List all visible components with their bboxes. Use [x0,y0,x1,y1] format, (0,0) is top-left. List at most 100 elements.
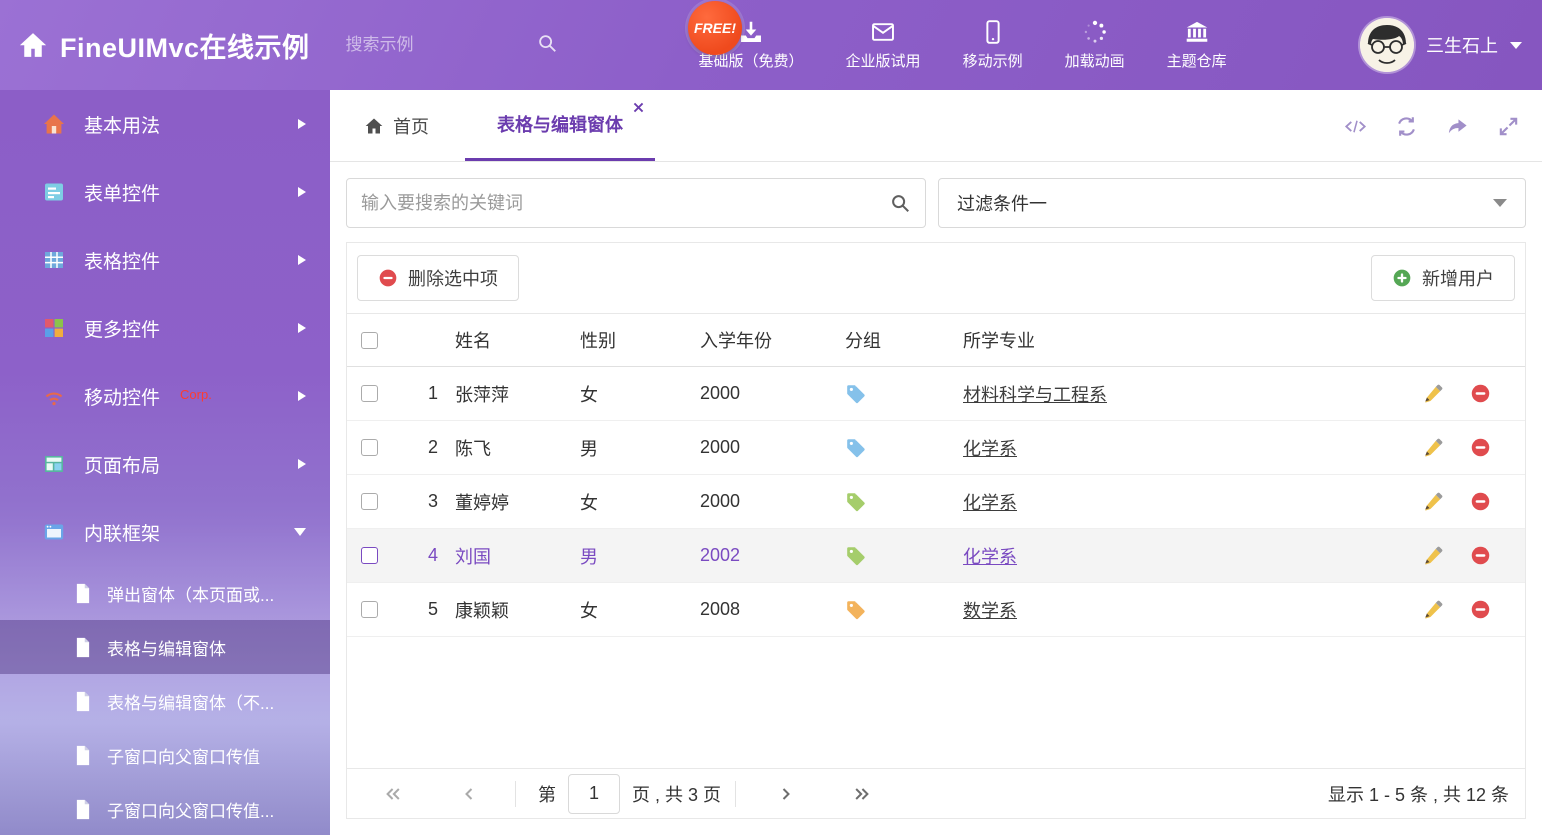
home-icon [18,30,48,60]
edit-row-icon[interactable] [1423,383,1444,404]
delete-row-icon[interactable] [1470,491,1491,512]
sidebar-item[interactable]: 移动控件 Corp. [0,362,330,430]
header-nav-item[interactable]: 主题仓库 [1167,19,1227,71]
sidebar-item[interactable]: 页面布局 [0,430,330,498]
source-code-icon[interactable] [1344,115,1367,138]
first-page-button[interactable] [383,784,403,804]
filter-row: 过滤条件一 [346,178,1526,228]
refresh-icon[interactable] [1395,115,1418,138]
major-link[interactable]: 数学系 [963,601,1017,621]
chevron-right-icon [298,459,306,469]
header-nav-item[interactable]: 企业版试用 [846,19,921,71]
chevron-down-icon [294,528,306,536]
column-header-group[interactable]: 分组 [845,327,963,353]
select-all-checkbox[interactable] [361,332,378,349]
delete-selected-button[interactable]: 删除选中项 [357,255,519,301]
cell-year: 2000 [700,491,845,512]
signal-icon [42,384,66,408]
sidebar: 基本用法 表单控件 表格控件 更多控件 移动控件 Corp. 页面布局 内联框架 [0,90,330,835]
minus-circle-icon [378,268,398,288]
top-search-input[interactable] [346,35,526,55]
tab-grid-edit-window[interactable]: 表格与编辑窗体 [465,90,655,161]
sidebar-item[interactable]: 内联框架 [0,498,330,566]
row-number: 3 [411,491,455,512]
sidebar-subitem[interactable]: 弹出窗体（本页面或... [0,566,330,620]
row-number: 4 [411,545,455,566]
table-row[interactable]: 5 康颖颖 女 2008 数学系 [347,583,1525,637]
bank-icon [1184,19,1210,45]
mobile-icon [980,19,1006,45]
tab-label: 首页 [393,113,429,139]
app-window: FineUIMvc在线示例 FREE! 基础版（免费） 企业版试用 移动示例 加… [0,0,1542,835]
delete-row-icon[interactable] [1470,437,1491,458]
close-icon[interactable] [632,101,645,114]
sidebar-item[interactable]: 更多控件 [0,294,330,362]
edit-row-icon[interactable] [1423,545,1444,566]
edit-row-icon[interactable] [1423,437,1444,458]
header-nav-item[interactable]: 加载动画 [1065,19,1125,71]
sidebar-subitem[interactable]: 子窗口向父窗口传值 [0,728,330,782]
frame-icon [42,520,66,544]
table-row[interactable]: 2 陈飞 男 2000 化学系 [347,421,1525,475]
file-icon [74,583,92,604]
tag-icon [845,383,963,404]
edit-row-icon[interactable] [1423,599,1444,620]
sidebar-item[interactable]: 表格控件 [0,226,330,294]
tab-home[interactable]: 首页 [344,90,449,161]
cell-name: 陈飞 [455,435,580,461]
row-checkbox[interactable] [361,439,378,456]
major-link[interactable]: 材料科学与工程系 [963,385,1107,405]
major-link[interactable]: 化学系 [963,493,1017,513]
edit-row-icon[interactable] [1423,491,1444,512]
table-body: 1 张萍萍 女 2000 材料科学与工程系 2 陈飞 男 2000 化学系 3 … [347,367,1525,637]
table-row[interactable]: 1 张萍萍 女 2000 材料科学与工程系 [347,367,1525,421]
tag-icon [845,545,963,566]
fullscreen-icon[interactable] [1497,115,1520,138]
row-checkbox[interactable] [361,601,378,618]
search-icon[interactable] [889,192,911,214]
form-icon [42,180,66,204]
column-header-year[interactable]: 入学年份 [700,327,845,353]
row-checkbox[interactable] [361,385,378,402]
delete-row-icon[interactable] [1470,599,1491,620]
cell-gender: 男 [580,543,700,569]
major-link[interactable]: 化学系 [963,547,1017,567]
row-checkbox[interactable] [361,493,378,510]
keyword-search-input[interactable] [361,193,889,214]
home-color-icon [42,112,66,136]
add-user-button[interactable]: 新增用户 [1371,255,1515,301]
column-header-gender[interactable]: 性别 [580,327,700,353]
table-row[interactable]: 3 董婷婷 女 2000 化学系 [347,475,1525,529]
page-label-suffix: 页 , 共 3 页 [632,781,721,807]
sidebar-item[interactable]: 表单控件 [0,158,330,226]
page-number-input[interactable] [568,774,620,814]
search-icon[interactable] [536,32,558,59]
sidebar-subitem[interactable]: 表格与编辑窗体 [0,620,330,674]
open-new-window-icon[interactable] [1446,115,1469,138]
sidebar-item[interactable]: 基本用法 [0,90,330,158]
table-icon [42,248,66,272]
row-number: 1 [411,383,455,404]
sidebar-submenu: 弹出窗体（本页面或... 表格与编辑窗体 表格与编辑窗体（不... 子窗口向父窗… [0,566,330,835]
delete-row-icon[interactable] [1470,383,1491,404]
delete-row-icon[interactable] [1470,545,1491,566]
last-page-button[interactable] [852,784,872,804]
table-row[interactable]: 4 刘国 男 2002 化学系 [347,529,1525,583]
major-link[interactable]: 化学系 [963,439,1017,459]
column-header-name[interactable]: 姓名 [455,327,580,353]
sidebar-subitem[interactable]: 子窗口向父窗口传值... [0,782,330,835]
prev-page-button[interactable] [459,784,479,804]
spinner-icon [1082,19,1108,45]
cell-name: 董婷婷 [455,489,580,515]
header-nav-item[interactable]: 移动示例 [963,19,1023,71]
next-page-button[interactable] [776,784,796,804]
brand[interactable]: FineUIMvc在线示例 [18,26,310,65]
user-menu[interactable]: 三生石上 [1360,18,1522,72]
row-checkbox[interactable] [361,547,378,564]
tab-tools [1344,90,1520,162]
filter-dropdown[interactable]: 过滤条件一 [938,178,1526,228]
sidebar-subitem[interactable]: 表格与编辑窗体（不... [0,674,330,728]
row-number: 2 [411,437,455,458]
column-header-major[interactable]: 所学专业 [963,327,1415,353]
envelope-icon [870,19,896,45]
